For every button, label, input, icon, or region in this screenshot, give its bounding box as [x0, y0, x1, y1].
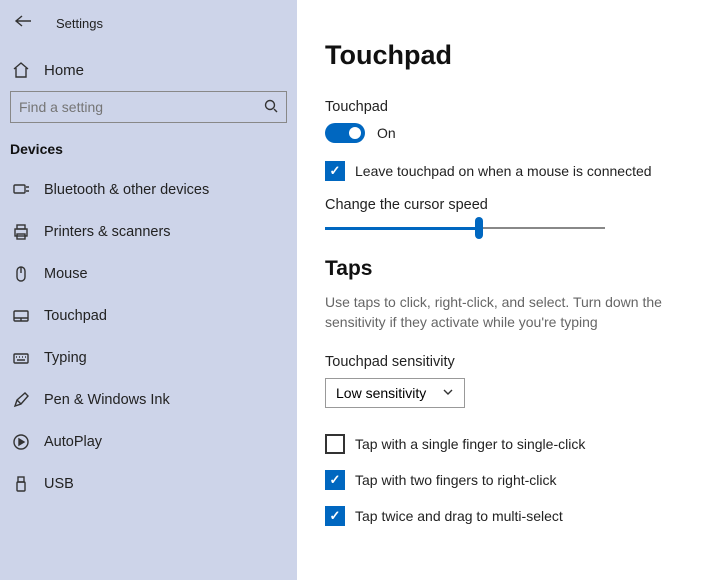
- header-title: Settings: [56, 16, 103, 31]
- touchpad-label: Touchpad: [325, 99, 723, 115]
- touchpad-toggle-row: On: [325, 123, 723, 143]
- nav-item-mouse[interactable]: Mouse: [0, 253, 297, 295]
- section-label: Devices: [0, 141, 297, 169]
- cursor-speed-slider[interactable]: [325, 227, 605, 229]
- bluetooth-icon: [12, 181, 30, 199]
- home-label: Home: [44, 62, 84, 79]
- tap-two-checkbox[interactable]: ✓: [325, 470, 345, 490]
- home-icon: [12, 61, 30, 79]
- home-button[interactable]: Home: [0, 49, 297, 91]
- nav-item-bluetooth[interactable]: Bluetooth & other devices: [0, 169, 297, 211]
- cursor-speed-label: Change the cursor speed: [325, 197, 723, 213]
- touchpad-icon: [12, 307, 30, 325]
- nav-item-typing[interactable]: Typing: [0, 337, 297, 379]
- search-input[interactable]: [19, 99, 264, 115]
- nav-label: USB: [44, 476, 74, 492]
- keyboard-icon: [12, 349, 30, 367]
- nav-item-pen[interactable]: Pen & Windows Ink: [0, 379, 297, 421]
- check-icon: ✓: [330, 508, 341, 524]
- nav-list: Bluetooth & other devices Printers & sca…: [0, 169, 297, 505]
- tap-twice-row: ✓ Tap twice and drag to multi-select: [325, 506, 723, 526]
- toggle-state-text: On: [377, 125, 396, 141]
- sensitivity-dropdown[interactable]: Low sensitivity: [325, 378, 465, 408]
- header-row: Settings: [0, 10, 297, 49]
- leave-on-row: ✓ Leave touchpad on when a mouse is conn…: [325, 161, 723, 181]
- search-icon: [264, 99, 278, 116]
- nav-item-printers[interactable]: Printers & scanners: [0, 211, 297, 253]
- nav-label: Pen & Windows Ink: [44, 392, 170, 408]
- tap-two-row: ✓ Tap with two fingers to right-click: [325, 470, 723, 490]
- mouse-icon: [12, 265, 30, 283]
- chevron-down-icon: [442, 387, 454, 399]
- cursor-speed-group: Change the cursor speed: [325, 197, 723, 229]
- sidebar: Settings Home Devices Bluetooth & other …: [0, 0, 297, 580]
- sensitivity-value: Low sensitivity: [336, 385, 426, 401]
- tap-two-label: Tap with two fingers to right-click: [355, 472, 557, 488]
- tap-single-row: Tap with a single finger to single-click: [325, 434, 723, 454]
- search-box[interactable]: [10, 91, 287, 123]
- leave-on-label: Leave touchpad on when a mouse is connec…: [355, 163, 652, 179]
- touchpad-toggle[interactable]: [325, 123, 365, 143]
- usb-icon: [12, 475, 30, 493]
- taps-description: Use taps to click, right-click, and sele…: [325, 293, 720, 332]
- search-wrap: [0, 91, 297, 141]
- back-arrow-icon[interactable]: [10, 10, 36, 37]
- nav-label: Printers & scanners: [44, 224, 171, 240]
- slider-thumb[interactable]: [475, 217, 483, 239]
- nav-item-autoplay[interactable]: AutoPlay: [0, 421, 297, 463]
- tap-single-label: Tap with a single finger to single-click: [355, 436, 585, 452]
- check-icon: ✓: [330, 472, 341, 488]
- nav-label: Bluetooth & other devices: [44, 182, 209, 198]
- printer-icon: [12, 223, 30, 241]
- check-icon: ✓: [330, 163, 341, 179]
- nav-label: Touchpad: [44, 308, 107, 324]
- nav-label: Mouse: [44, 266, 88, 282]
- slider-fill: [325, 227, 479, 230]
- nav-item-touchpad[interactable]: Touchpad: [0, 295, 297, 337]
- tap-twice-checkbox[interactable]: ✓: [325, 506, 345, 526]
- sensitivity-label: Touchpad sensitivity: [325, 354, 723, 370]
- taps-title: Taps: [325, 257, 723, 281]
- nav-label: Typing: [44, 350, 87, 366]
- pen-icon: [12, 391, 30, 409]
- tap-single-checkbox[interactable]: [325, 434, 345, 454]
- nav-label: AutoPlay: [44, 434, 102, 450]
- toggle-knob: [349, 127, 361, 139]
- autoplay-icon: [12, 433, 30, 451]
- main-content: Touchpad Touchpad On ✓ Leave touchpad on…: [297, 0, 723, 580]
- tap-twice-label: Tap twice and drag to multi-select: [355, 508, 563, 524]
- page-title: Touchpad: [325, 40, 723, 71]
- leave-on-checkbox[interactable]: ✓: [325, 161, 345, 181]
- nav-item-usb[interactable]: USB: [0, 463, 297, 505]
